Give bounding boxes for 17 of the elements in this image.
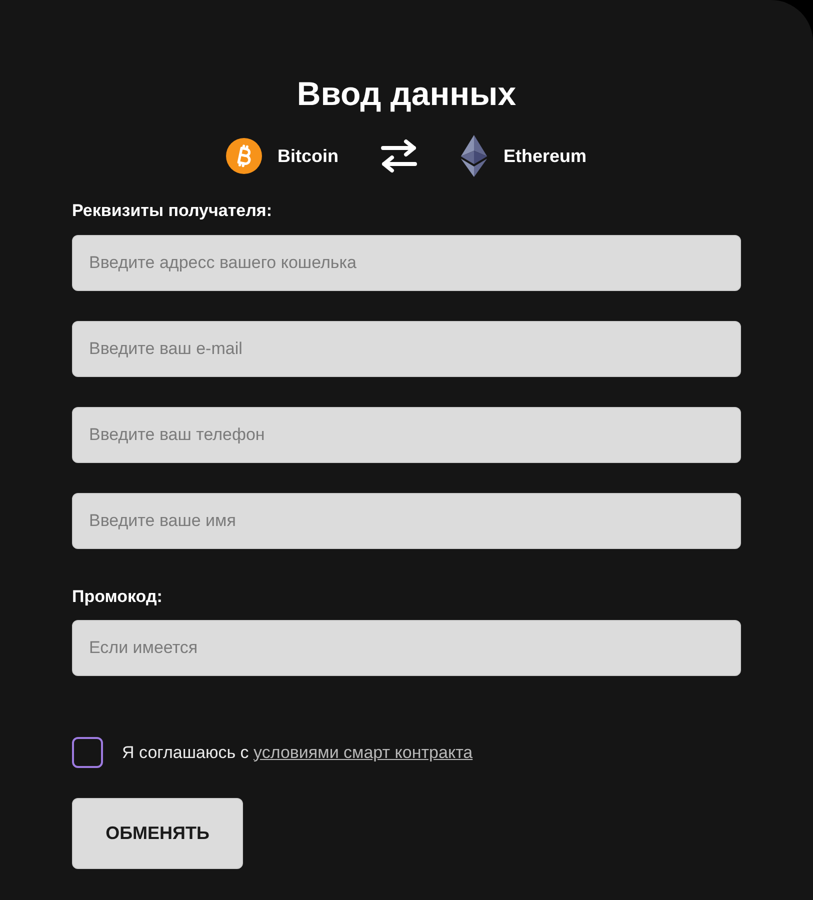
input-field[interactable]: Введите ваше имя: [72, 493, 741, 549]
ethereum-icon: [460, 135, 488, 177]
terms-link[interactable]: условиями смарт контракта: [254, 742, 473, 762]
input-field[interactable]: Введите ваш телефон: [72, 407, 741, 463]
coin-name: Ethereum: [503, 145, 587, 167]
section-label: Реквизиты получателя:: [72, 200, 273, 222]
input-field[interactable]: Введите ваш e-mail: [72, 321, 741, 377]
bitcoin-icon: [226, 138, 262, 174]
swap-arrows-icon: [380, 139, 418, 173]
exchange-button[interactable]: ОБМЕНЯТЬ: [72, 798, 243, 869]
agreement-checkbox[interactable]: [72, 737, 103, 768]
form-title: Ввод данных: [296, 74, 518, 114]
coin-name: Bitcoin: [277, 145, 338, 167]
agreement-text: Я соглашаюсь с условиями смарт контракта: [122, 742, 473, 764]
input-field[interactable]: Введите адресс вашего кошелька: [72, 235, 741, 291]
promo-code-field[interactable]: Если имеется: [72, 620, 741, 676]
section-label: Промокод:: [72, 586, 164, 608]
